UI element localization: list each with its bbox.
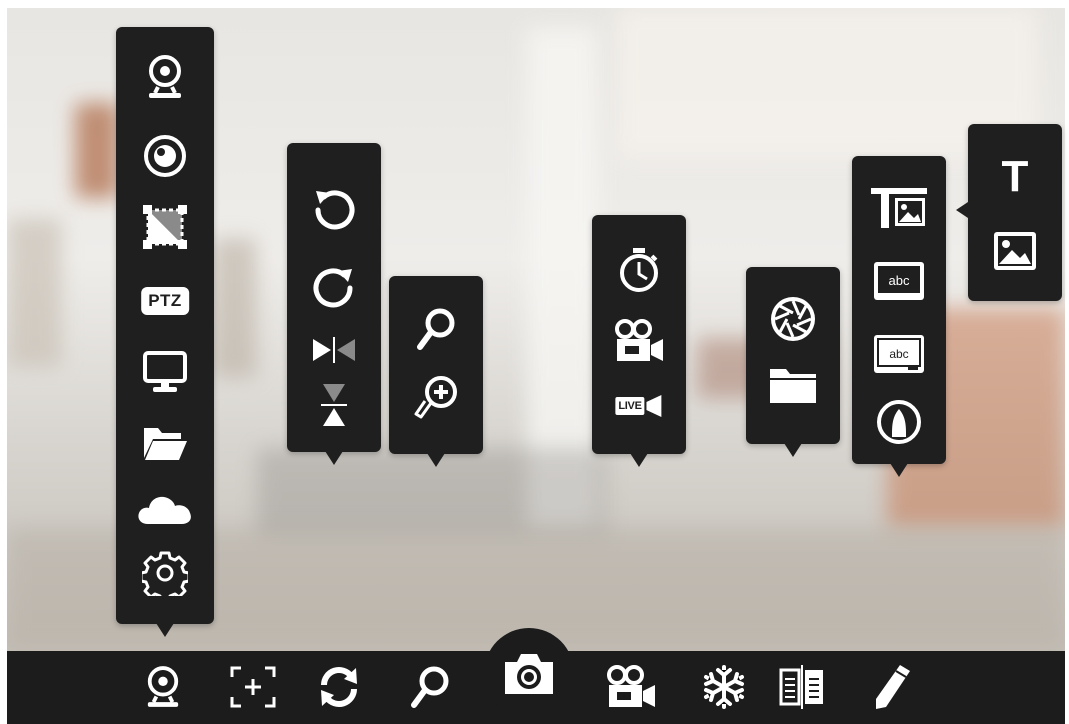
folder-icon[interactable] [768,365,818,405]
magnifier-plus-icon[interactable] [413,374,459,422]
compare-icon[interactable] [778,665,826,709]
crop-icon[interactable] [142,204,188,250]
zoom-menu [389,276,483,467]
text-image-icon[interactable] [871,188,927,228]
zoom-icon[interactable] [410,665,450,709]
folder-open-icon[interactable] [141,422,189,462]
whiteboard-label: abc [889,347,908,361]
monitor-icon[interactable] [142,350,188,394]
gear-icon[interactable] [142,550,188,596]
ptz-label: PTZ [141,287,189,315]
aperture-icon[interactable] [769,295,817,343]
timer-icon[interactable] [618,247,660,293]
text-icon-label: T [1001,152,1029,201]
annotate-menu: abc abc [852,156,946,477]
flip-vertical-icon[interactable] [321,382,347,428]
record-menu: LIVE [592,215,686,467]
rotate-cw-icon[interactable] [312,266,356,310]
live-label: LIVE [615,397,645,415]
gallery-menu [746,267,840,457]
webcam-icon[interactable] [145,665,181,709]
cloud-icon[interactable] [136,492,194,526]
capture-camera-icon [501,650,557,696]
live-stream-icon[interactable]: LIVE [615,395,662,417]
chalkboard-icon[interactable]: abc [872,260,926,302]
video-camera-icon[interactable] [613,319,665,363]
lens-icon[interactable] [143,134,187,178]
pencil-icon[interactable] [872,663,912,711]
focus-icon[interactable] [229,665,277,709]
video-camera-icon[interactable] [605,665,657,709]
ptz-icon[interactable]: PTZ [141,287,189,315]
insert-menu: T [956,124,1062,301]
rotate-ccw-icon[interactable] [312,188,356,232]
source-menu: PTZ [116,27,214,637]
magnifier-icon[interactable] [416,307,456,351]
text-icon[interactable]: T [1002,155,1029,199]
freeze-icon[interactable] [701,664,747,710]
pen-tip-icon[interactable] [876,399,922,445]
rotate-menu [287,143,381,465]
webcam-icon[interactable] [146,54,184,100]
image-icon[interactable] [992,230,1038,272]
whiteboard-icon[interactable]: abc [872,333,926,375]
chalkboard-label: abc [889,273,910,288]
rotate-icon[interactable] [316,665,362,709]
flip-horizontal-icon[interactable] [311,337,357,363]
app-stage: PTZ LIVE abc abc T [0,0,1069,724]
capture-button[interactable] [484,628,574,718]
